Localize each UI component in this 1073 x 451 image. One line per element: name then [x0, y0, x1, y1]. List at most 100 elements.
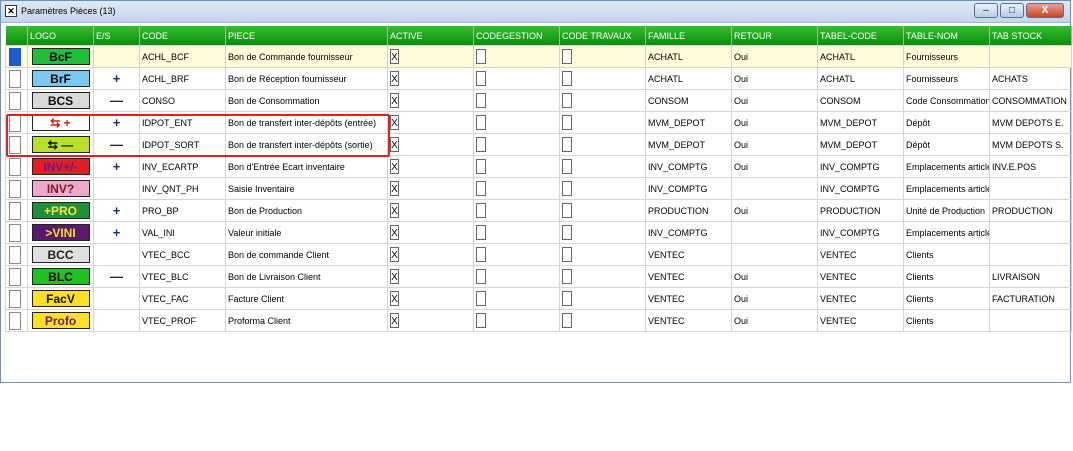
active-cell[interactable]: X: [387, 177, 474, 200]
code-cell[interactable]: IDPOT_ENT: [139, 111, 226, 134]
code-travaux-checkbox[interactable]: [562, 291, 572, 306]
code-cell[interactable]: VTEC_PROF: [139, 309, 226, 332]
code-travaux-checkbox[interactable]: [562, 49, 572, 64]
tab-stock-cell[interactable]: FACTURATION: [989, 287, 1072, 310]
retour-cell[interactable]: Oui: [731, 199, 818, 222]
table-nom-cell[interactable]: Dépôt: [903, 133, 990, 156]
col-header-tab-stock[interactable]: TAB STOCK: [989, 26, 1072, 46]
codegestion-cell[interactable]: [473, 265, 560, 288]
table-row[interactable]: ⇆ — — IDPOT_SORT Bon de transfert inter-dép…: [5, 133, 1072, 156]
retour-cell[interactable]: Oui: [731, 155, 818, 178]
table-row[interactable]: INV+/- + INV_ECARTP Bon d'Entrée Ecart inve…: [5, 155, 1072, 178]
table-row[interactable]: FacV VTEC_FAC Facture Client X VENTEC Oui VENT…: [5, 287, 1072, 310]
codegestion-checkbox[interactable]: [476, 115, 486, 130]
active-cell[interactable]: X: [387, 67, 474, 90]
table-row[interactable]: BCC VTEC_BCC Bon de commande Client X VENTEC…: [5, 243, 1072, 266]
minimize-button[interactable]: –: [974, 3, 998, 18]
code-cell[interactable]: INV_ECARTP: [139, 155, 226, 178]
row-selector[interactable]: [5, 155, 28, 178]
code-cell[interactable]: VAL_INI: [139, 221, 226, 244]
code-travaux-checkbox[interactable]: [562, 71, 572, 86]
codegestion-cell[interactable]: [473, 287, 560, 310]
tabel-code-cell[interactable]: MVM_DEPOT: [817, 133, 904, 156]
code-travaux-cell[interactable]: [559, 265, 646, 288]
piece-cell[interactable]: Proforma Client: [225, 309, 388, 332]
retour-cell[interactable]: Oui: [731, 111, 818, 134]
maximize-button[interactable]: □: [1000, 3, 1024, 18]
active-checkbox[interactable]: X: [390, 181, 399, 196]
code-cell[interactable]: INV_QNT_PH: [139, 177, 226, 200]
active-cell[interactable]: X: [387, 133, 474, 156]
table-nom-cell[interactable]: Clients: [903, 265, 990, 288]
code-travaux-checkbox[interactable]: [562, 269, 572, 284]
codegestion-cell[interactable]: [473, 243, 560, 266]
active-checkbox[interactable]: X: [390, 313, 399, 328]
code-cell[interactable]: VTEC_BCC: [139, 243, 226, 266]
active-cell[interactable]: X: [387, 221, 474, 244]
codegestion-cell[interactable]: [473, 45, 560, 68]
row-selector-box[interactable]: [9, 289, 21, 308]
piece-cell[interactable]: Bon de Réception fournisseur: [225, 67, 388, 90]
code-travaux-cell[interactable]: [559, 221, 646, 244]
row-selector[interactable]: [5, 111, 28, 134]
tab-stock-cell[interactable]: MVM DEPOTS E.: [989, 111, 1072, 134]
table-nom-cell[interactable]: Code Consommation: [903, 89, 990, 112]
table-row[interactable]: BLC — VTEC_BLC Bon de Livraison Client X VENT…: [5, 265, 1072, 288]
famille-cell[interactable]: MVM_DEPOT: [645, 111, 732, 134]
piece-cell[interactable]: Bon de transfert inter-dépôts (entrée): [225, 111, 388, 134]
col-header-tabel-code[interactable]: TABEL-CODE: [817, 26, 904, 46]
table-nom-cell[interactable]: Clients: [903, 309, 990, 332]
code-travaux-cell[interactable]: [559, 243, 646, 266]
row-selector-box[interactable]: [9, 113, 21, 132]
active-checkbox[interactable]: X: [390, 159, 399, 174]
code-cell[interactable]: PRO_BP: [139, 199, 226, 222]
piece-cell[interactable]: Bon de Consommation: [225, 89, 388, 112]
active-checkbox[interactable]: X: [390, 115, 399, 130]
tabel-code-cell[interactable]: MVM_DEPOT: [817, 111, 904, 134]
famille-cell[interactable]: INV_COMPTG: [645, 221, 732, 244]
code-travaux-checkbox[interactable]: [562, 313, 572, 328]
code-travaux-cell[interactable]: [559, 177, 646, 200]
piece-cell[interactable]: Bon de Livraison Client: [225, 265, 388, 288]
code-travaux-checkbox[interactable]: [562, 181, 572, 196]
tab-stock-cell[interactable]: ACHATS: [989, 67, 1072, 90]
row-selector[interactable]: [5, 287, 28, 310]
famille-cell[interactable]: ACHATL: [645, 45, 732, 68]
active-cell[interactable]: X: [387, 265, 474, 288]
table-row[interactable]: INV? INV_QNT_PH Saisie Inventaire X INV_COMP…: [5, 177, 1072, 200]
code-cell[interactable]: VTEC_FAC: [139, 287, 226, 310]
tabel-code-cell[interactable]: INV_COMPTG: [817, 177, 904, 200]
table-nom-cell[interactable]: Emplacements articles: [903, 177, 990, 200]
row-selector[interactable]: [5, 67, 28, 90]
tab-stock-cell[interactable]: [989, 309, 1072, 332]
code-travaux-checkbox[interactable]: [562, 137, 572, 152]
col-header-code[interactable]: CODE: [139, 26, 226, 46]
code-cell[interactable]: VTEC_BLC: [139, 265, 226, 288]
active-cell[interactable]: X: [387, 89, 474, 112]
row-selector-box[interactable]: [9, 223, 21, 242]
active-cell[interactable]: X: [387, 287, 474, 310]
col-header-retour[interactable]: RETOUR: [731, 26, 818, 46]
retour-cell[interactable]: Oui: [731, 67, 818, 90]
code-cell[interactable]: IDPOT_SORT: [139, 133, 226, 156]
famille-cell[interactable]: VENTEC: [645, 265, 732, 288]
col-header-famille[interactable]: FAMILLE: [645, 26, 732, 46]
famille-cell[interactable]: CONSOM: [645, 89, 732, 112]
codegestion-checkbox[interactable]: [476, 93, 486, 108]
row-selector[interactable]: [5, 243, 28, 266]
tab-stock-cell[interactable]: [989, 221, 1072, 244]
code-travaux-cell[interactable]: [559, 133, 646, 156]
table-row[interactable]: Profo VTEC_PROF Proforma Client X VENTEC Oui V…: [5, 309, 1072, 332]
col-header-active[interactable]: ACTIVE: [387, 26, 474, 46]
codegestion-cell[interactable]: [473, 111, 560, 134]
piece-cell[interactable]: Bon de transfert inter-dépôts (sortie): [225, 133, 388, 156]
table-row[interactable]: BCS — CONSO Bon de Consommation X CONSOM Oui CO…: [5, 89, 1072, 112]
row-selector[interactable]: [5, 133, 28, 156]
code-travaux-checkbox[interactable]: [562, 225, 572, 240]
piece-cell[interactable]: Saisie Inventaire: [225, 177, 388, 200]
code-travaux-cell[interactable]: [559, 89, 646, 112]
code-travaux-checkbox[interactable]: [562, 247, 572, 262]
retour-cell[interactable]: [731, 243, 818, 266]
retour-cell[interactable]: Oui: [731, 265, 818, 288]
active-checkbox[interactable]: X: [390, 225, 399, 240]
